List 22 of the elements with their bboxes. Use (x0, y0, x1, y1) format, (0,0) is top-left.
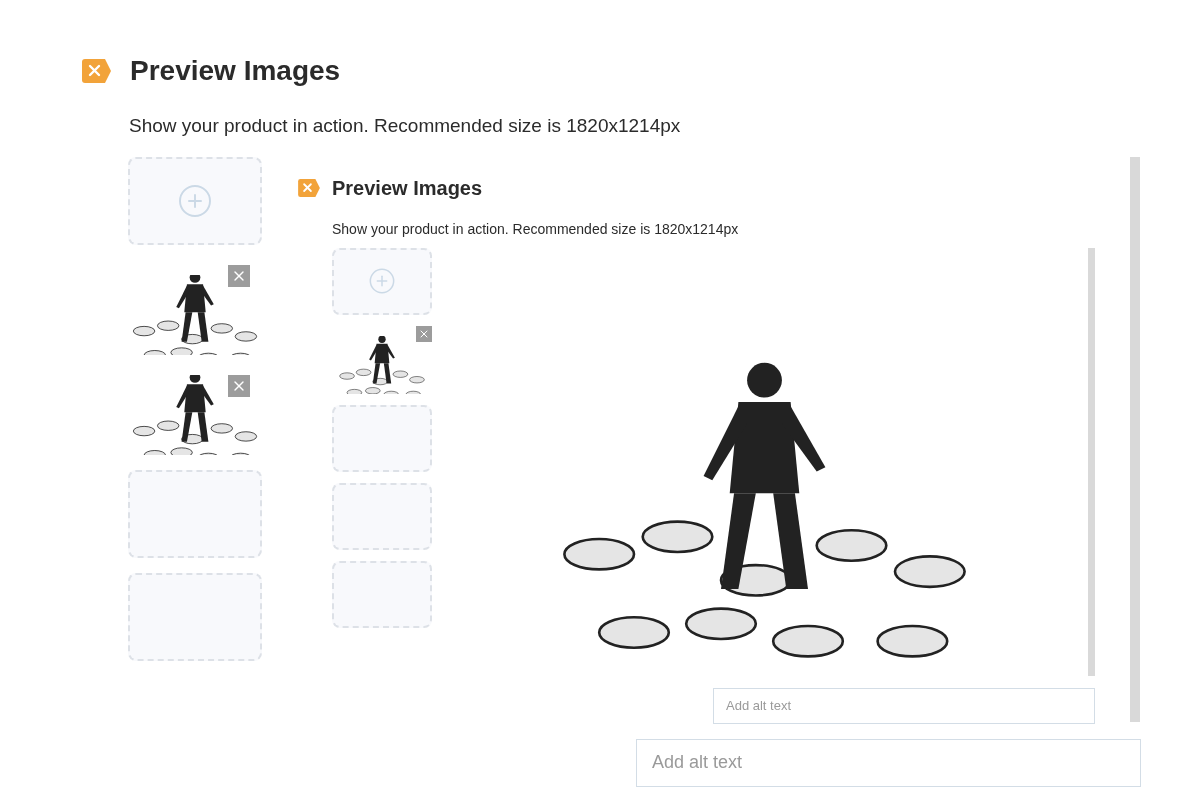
section-title: Preview Images (332, 175, 483, 201)
empty-image-slot[interactable] (332, 560, 432, 628)
add-icon (368, 267, 396, 295)
empty-image-slot[interactable] (332, 482, 432, 550)
close-tag-icon (298, 178, 320, 197)
empty-image-slot[interactable] (332, 404, 432, 472)
remove-button[interactable] (416, 325, 432, 342)
empty-image-slot[interactable] (128, 572, 262, 661)
add-image-slot[interactable] (332, 247, 432, 315)
section-title: Preview Images (130, 54, 341, 88)
close-tag-icon (82, 59, 111, 83)
scrollbar[interactable] (1088, 247, 1095, 676)
remove-button[interactable] (228, 264, 250, 287)
alt-text-field[interactable]: Add alt text (636, 738, 1141, 787)
empty-image-slot[interactable] (128, 469, 262, 558)
alt-text-field[interactable]: Add alt text (713, 687, 1095, 724)
add-image-slot[interactable] (128, 156, 262, 245)
add-icon (177, 182, 213, 219)
scrollbar[interactable] (1130, 156, 1140, 722)
section-subtitle: Show your product in action. Recommended size is 1820x1214px (129, 114, 682, 138)
remove-button[interactable] (228, 374, 250, 397)
section-subtitle: Show your product in action. Recommended size is 1820x1214px (332, 219, 740, 239)
